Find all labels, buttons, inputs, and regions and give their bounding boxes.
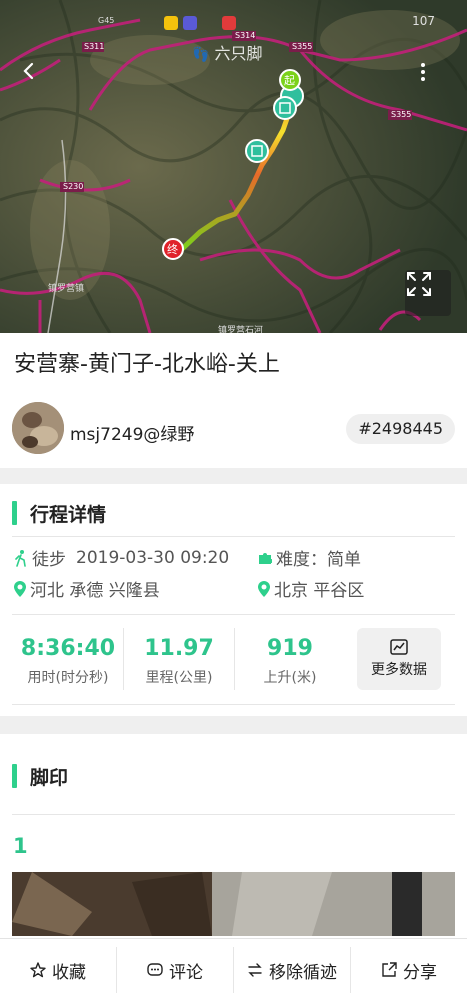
more-data-label: 更多数据 [371,662,427,678]
section-divider [0,468,467,484]
more-vert-icon [421,63,425,81]
remove-loop-button[interactable]: 移除循迹 [234,939,350,1001]
place-label: 镇罗营石河 [218,326,264,333]
avatar[interactable] [12,402,64,454]
end-location: 北京 平谷区 [258,576,364,601]
watermark-text: 六只脚 [214,44,263,63]
end-pin-icon [258,580,270,597]
fullscreen-button[interactable] [405,270,451,316]
app-icon [183,16,197,30]
swap-icon [247,963,263,977]
page-title: 安营寨-黄门子-北水峪-关上 [14,352,280,377]
comment-label: 评论 [169,962,203,983]
start-marker-label: 起 [284,74,295,87]
share-label: 分享 [403,962,437,983]
place-label: 镇罗营镇 [48,284,85,294]
comment-icon [147,962,163,978]
start-location-text: 河北 承德 兴隆县 [30,581,160,601]
map-watermark: 👣 六只脚 [192,40,263,64]
hiker-icon [14,549,28,567]
author-row: msj7249@绿野 #2498445 [12,402,455,456]
road-label: S355 [292,42,313,51]
favorite-button[interactable]: 收藏 [0,939,116,1001]
more-data-button[interactable]: 更多数据 [357,628,441,690]
star-icon [30,962,46,978]
activity-type: 徒步 [32,550,66,570]
stat-value: 11.97 [144,636,214,661]
battery-level: 107 [412,14,435,28]
stat-distance: 11.97 里程(公里) [124,636,234,687]
divider [12,614,455,615]
details-heading: 行程详情 [12,500,106,527]
divider [12,814,455,815]
photo-marker[interactable] [273,96,297,120]
stat-value: 8:36:40 [20,636,116,661]
stat-label: 上升(米) [263,670,317,686]
footprint-photo[interactable] [12,872,455,936]
photo-marker[interactable] [245,139,269,163]
divider [12,536,455,537]
route-map[interactable]: 起 终 S311 S355 S355 S230 S314 G45 镇罗营镇 镇罗… [0,0,467,333]
start-pin-icon [14,580,26,597]
road-label: S230 [63,182,84,191]
share-button[interactable]: 分享 [351,939,467,1001]
fullscreen-icon [407,272,431,296]
footprint-heading: 脚印 [12,763,68,790]
chart-icon [390,639,408,655]
share-icon [381,962,397,978]
trip-id-badge: #2498445 [346,414,455,444]
difficulty-info: 难度：简单 [258,545,361,570]
stat-value: 919 [267,636,313,661]
favorite-label: 收藏 [52,962,86,983]
divider [12,704,455,705]
footprint-index: 1 [13,834,28,858]
stat-duration: 8:36:40 用时(时分秒) [14,636,122,687]
more-button[interactable] [420,62,450,94]
stat-label: 用时(时分秒) [27,670,109,686]
back-arrow-icon [23,62,34,80]
back-button[interactable] [20,62,52,94]
app-icon [164,16,178,30]
author-name[interactable]: msj7249@绿野 [70,420,194,445]
app-icon [222,16,236,30]
stat-label: 里程(公里) [145,670,213,686]
bottom-action-bar: 收藏 评论 移除循迹 分享 [0,938,467,1001]
difficulty-text: 难度：简单 [276,550,361,570]
activity-datetime: 2019-03-30 09:20 [76,547,230,568]
stat-ascent: 919 上升(米) [235,636,345,687]
activity-info: 徒步 2019-03-30 09:20 [14,545,229,570]
puzzle-icon [258,551,272,565]
remove-loop-label: 移除循迹 [269,962,337,983]
road-label: S355 [391,110,412,119]
section-divider [0,716,467,734]
footprint-logo-icon: 👣 [192,47,210,63]
start-location: 河北 承德 兴隆县 [14,576,160,601]
end-location-text: 北京 平谷区 [274,581,365,601]
road-label: S311 [84,42,105,51]
comment-button[interactable]: 评论 [117,939,233,1001]
end-marker-label: 终 [167,243,178,256]
status-bar: 107 [0,10,467,34]
